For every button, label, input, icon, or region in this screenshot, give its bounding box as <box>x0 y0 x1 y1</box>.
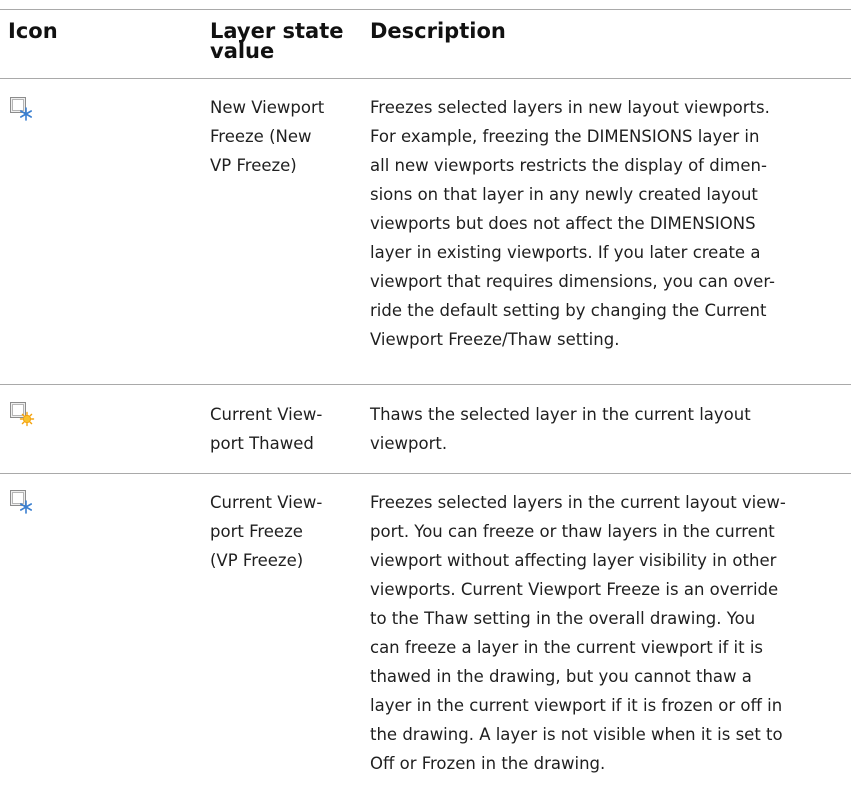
row1-description-line: For example, freezing the DIMENSIONS lay… <box>370 127 760 146</box>
header-rule <box>0 78 851 79</box>
row1-description-line: Freezes selected layers in new layout vi… <box>370 98 770 117</box>
row1-rule <box>0 384 851 385</box>
row1-value-line: New Viewport <box>210 98 325 117</box>
row1-description-line: viewport that requires dimensions, you c… <box>370 272 776 291</box>
row2-description-line: viewport. <box>370 434 448 453</box>
header-description: Description <box>370 19 506 43</box>
current-vp-thawed-icon <box>8 400 36 428</box>
current-vp-freeze-icon <box>8 488 36 516</box>
row1-description-line: all new viewports restricts the display … <box>370 156 767 175</box>
row1-description-line: viewports but does not affect the DIMENS… <box>370 214 756 233</box>
row1-description-line: ride the default setting by changing the… <box>370 301 767 320</box>
row3-value-line: (VP Freeze) <box>210 551 304 570</box>
row2-value-line: Current View- <box>210 405 323 424</box>
new-vp-freeze-icon <box>8 95 36 123</box>
row3-value-line: Current View- <box>210 493 323 512</box>
row2-rule <box>0 473 851 474</box>
row2-description-line: Thaws the selected layer in the current … <box>370 405 751 424</box>
row3-value: Current View- port Freeze (VP Freeze) <box>210 488 365 575</box>
row3-description-line: the drawing. A layer is not visible when… <box>370 725 783 744</box>
row3-description-line: viewport without affecting layer visibil… <box>370 551 777 570</box>
row2-description: Thaws the selected layer in the current … <box>370 400 840 458</box>
row1-description-line: sions on that layer in any newly created… <box>370 185 758 204</box>
row1-description-line: Viewport Freeze/Thaw setting. <box>370 330 620 349</box>
row3-description-line: Off or Frozen in the drawing. <box>370 754 606 773</box>
row3-description-line: thawed in the drawing, but you cannot th… <box>370 667 752 686</box>
row2-value: Current View- port Thawed <box>210 400 365 458</box>
row1-description: Freezes selected layers in new layout vi… <box>370 93 840 354</box>
row3-value-line: port Freeze <box>210 522 303 541</box>
row3-description: Freezes selected layers in the current l… <box>370 488 840 778</box>
row3-description-line: to the Thaw setting in the overall drawi… <box>370 609 756 628</box>
row1-value: New Viewport Freeze (New VP Freeze) <box>210 93 365 180</box>
row3-description-line: can freeze a layer in the current viewpo… <box>370 638 764 657</box>
row3-description-line: Freezes selected layers in the current l… <box>370 493 786 512</box>
row1-value-line: Freeze (New <box>210 127 312 146</box>
row3-description-line: port. You can freeze or thaw layers in t… <box>370 522 775 541</box>
row3-description-line: layer in the current viewport if it is f… <box>370 696 783 715</box>
row2-value-line: port Thawed <box>210 434 314 453</box>
row1-value-line: VP Freeze) <box>210 156 297 175</box>
row3-description-line: viewports. Current Viewport Freeze is an… <box>370 580 779 599</box>
header-value-line2: value <box>210 39 275 63</box>
row1-description-line: layer in existing viewports. If you late… <box>370 243 761 262</box>
table-top-rule <box>0 9 851 10</box>
header-icon: Icon <box>8 19 58 43</box>
